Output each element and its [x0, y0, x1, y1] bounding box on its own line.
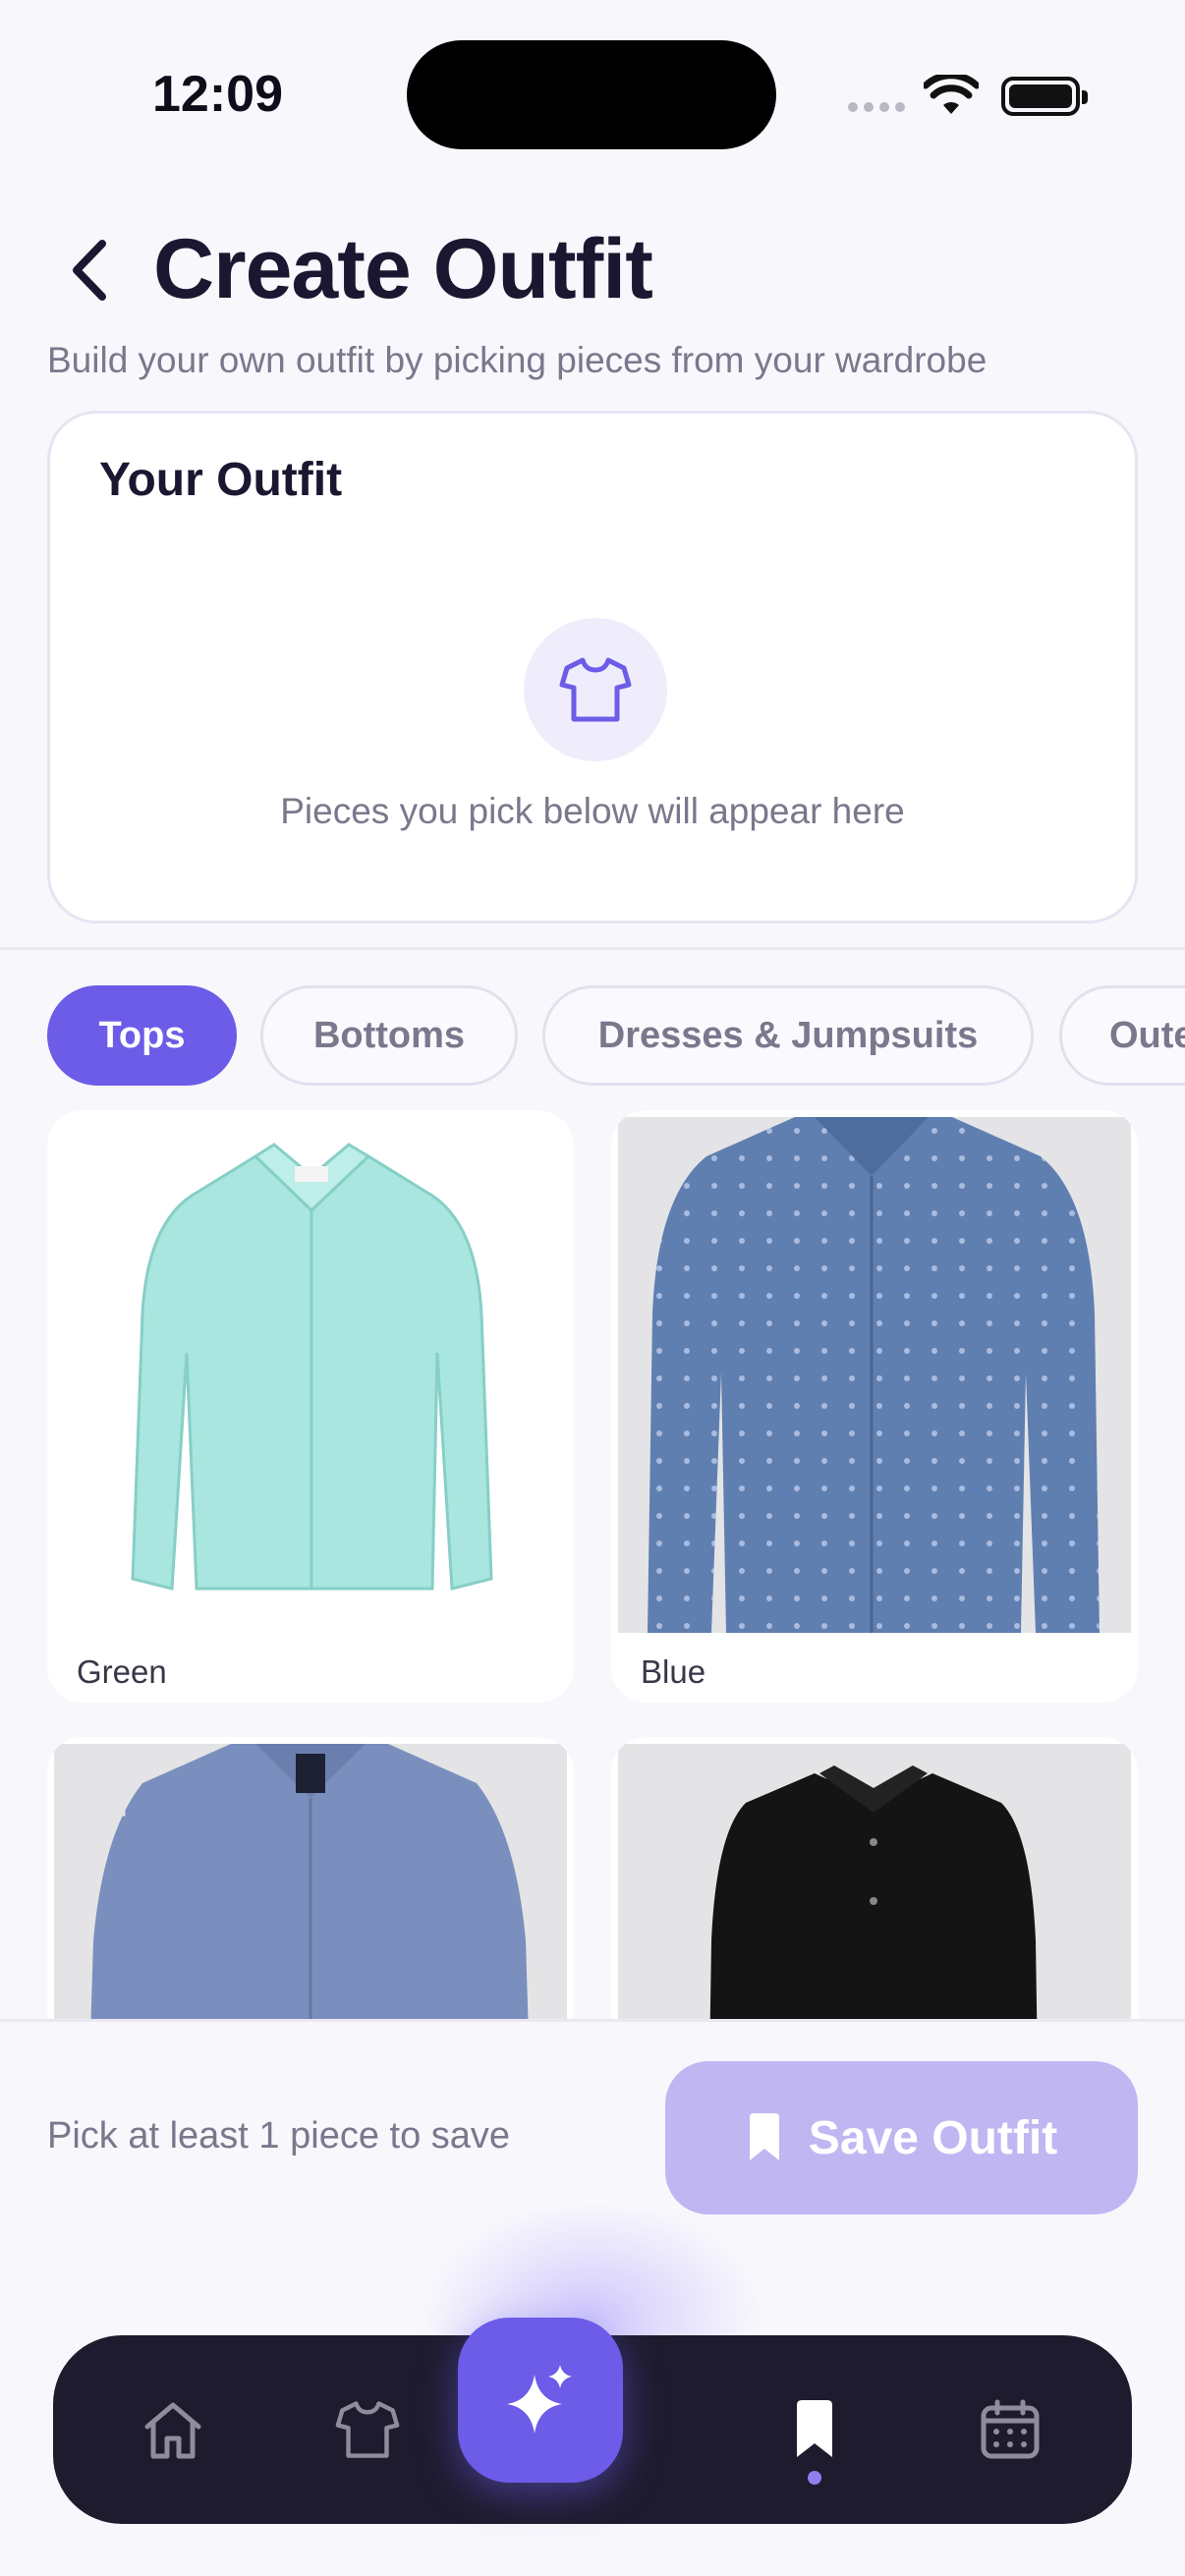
outfit-empty-text: Pieces you pick below will appear here	[280, 791, 905, 831]
outfit-placeholder	[524, 618, 667, 761]
calendar-icon	[981, 2399, 1040, 2459]
back-chevron-icon[interactable]	[61, 236, 120, 305]
shirt-icon	[559, 657, 632, 722]
save-outfit-button[interactable]: Save Outfit	[665, 2061, 1138, 2214]
nav-wardrobe[interactable]	[309, 2335, 426, 2524]
wardrobe-item[interactable]	[47, 1737, 574, 2019]
tab-tops[interactable]: Tops	[47, 985, 237, 1086]
dynamic-island	[407, 40, 776, 149]
wardrobe-item[interactable]	[611, 1737, 1138, 2019]
wifi-icon	[924, 75, 979, 114]
wardrobe-item[interactable]: Green	[47, 1110, 574, 1703]
nav-calendar[interactable]	[951, 2335, 1069, 2524]
bookmark-icon	[749, 2113, 779, 2160]
item-image	[618, 1744, 1131, 2019]
section-divider	[0, 947, 1185, 950]
bookmark-icon	[797, 2400, 832, 2457]
category-tabs: Tops Bottoms Dresses & Jumpsuits Outerwe…	[47, 985, 1185, 1086]
wardrobe-item[interactable]: Blue	[611, 1110, 1138, 1703]
battery-icon	[1001, 77, 1088, 116]
save-hint: Pick at least 1 piece to save	[47, 2115, 511, 2156]
save-outfit-label: Save Outfit	[808, 2111, 1058, 2164]
outfit-card-title: Your Outfit	[99, 454, 343, 506]
item-label: Blue	[641, 1653, 706, 1690]
item-image	[618, 1117, 1131, 1633]
item-label: Green	[77, 1653, 167, 1690]
sparkles-icon	[507, 2365, 572, 2434]
wardrobe-grid: Green Blue	[0, 1105, 1185, 2019]
tab-outerwear[interactable]: Outerwear	[1059, 985, 1185, 1086]
outfit-preview-card: Your Outfit Pieces you pick below will a…	[47, 411, 1138, 924]
shirt-icon	[335, 2401, 400, 2458]
cellular-signal-icon	[848, 102, 905, 112]
page-subtitle: Build your own outfit by picking pieces …	[47, 340, 988, 380]
nav-saved[interactable]	[756, 2335, 874, 2524]
page-title: Create Outfit	[153, 222, 653, 316]
nav-active-indicator	[808, 2471, 821, 2485]
home-icon	[144, 2402, 201, 2459]
tab-bottoms[interactable]: Bottoms	[260, 985, 518, 1086]
item-image	[54, 1117, 567, 1633]
tab-dresses-jumpsuits[interactable]: Dresses & Jumpsuits	[542, 985, 1034, 1086]
nav-ai-stylist-button[interactable]	[458, 2318, 623, 2483]
status-time: 12:09	[152, 66, 283, 123]
nav-home[interactable]	[114, 2335, 232, 2524]
item-image	[54, 1744, 567, 2019]
